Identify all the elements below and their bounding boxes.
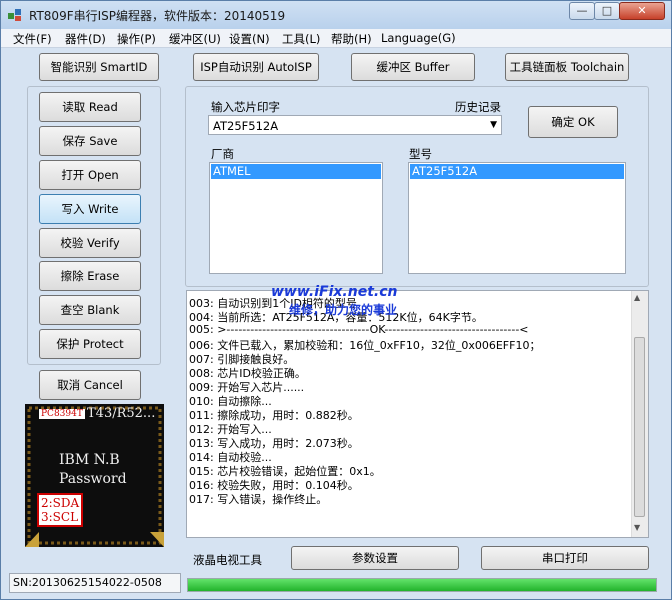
cancel-button[interactable]: 取消 Cancel (39, 370, 141, 400)
chip-tag: PC8394T (39, 409, 85, 419)
watermark-url: www.iFix.net.cn (271, 284, 398, 300)
progress-bar (187, 578, 657, 592)
param-settings-button[interactable]: 参数设置 (291, 546, 459, 570)
menu-buffer[interactable]: 缓冲区(U) (169, 31, 221, 47)
scroll-up-icon[interactable]: ▲ (634, 293, 640, 302)
window-title: RT809F串行ISP编程器，软件版本：20140519 (29, 9, 286, 23)
chip-line2: IBM N.B (59, 452, 120, 468)
history-label: 历史记录 (455, 100, 501, 114)
menu-language[interactable]: Language(G) (381, 31, 456, 45)
minimize-button[interactable]: — (569, 2, 595, 20)
vendor-label: 厂商 (211, 147, 234, 161)
log-line: 017: 写入错误，操作终止。 (189, 493, 328, 506)
chip-line3: Password (59, 471, 127, 487)
chip-input-label: 输入芯片印字 (211, 100, 280, 114)
save-button[interactable]: 保存 Save (39, 126, 141, 156)
maximize-button[interactable]: □ (594, 2, 620, 20)
log-scrollbar[interactable]: ▲ ▼ (631, 291, 648, 537)
progress-fill (188, 579, 656, 591)
title-bar: RT809F串行ISP编程器，软件版本：20140519 — □ ✕ (1, 1, 671, 29)
chip-line1: T43/R52... (87, 406, 156, 421)
open-button[interactable]: 打开 Open (39, 160, 141, 190)
menu-device[interactable]: 器件(D) (65, 31, 106, 47)
buffer-button[interactable]: 缓冲区 Buffer (351, 53, 475, 81)
log-output[interactable]: 003: 自动识别到1个ID相符的型号 004: 当前所选：AT25F512A，… (186, 290, 649, 538)
smartid-button[interactable]: 智能识别 SmartID (39, 53, 159, 81)
watermark-slogan: 维修，助力您的事业 (289, 303, 398, 317)
serial-number: SN:20130625154022-0508 (9, 573, 181, 593)
log-line: 005: >----------------------------------… (189, 323, 529, 336)
vendor-list[interactable]: ATMEL (209, 162, 383, 274)
model-list-item[interactable]: AT25F512A (410, 164, 624, 179)
chip-pin-scl: 3:SCL (41, 510, 79, 524)
app-icon (8, 9, 21, 21)
erase-button[interactable]: 擦除 Erase (39, 261, 141, 291)
main-window: RT809F串行ISP编程器，软件版本：20140519 — □ ✕ 文件(F)… (0, 0, 672, 600)
chip-photo: PC8394T T43/R52... IBM N.B Password 2:SD… (25, 404, 164, 547)
toolchain-button[interactable]: 工具链面板 Toolchain (505, 53, 629, 81)
menu-bar: 文件(F) 器件(D) 操作(P) 缓冲区(U) 设置(N) 工具(L) 帮助(… (1, 29, 671, 48)
chip-pin-sda: 2:SDA (41, 496, 80, 510)
scroll-thumb[interactable] (634, 337, 645, 517)
scroll-down-icon[interactable]: ▼ (634, 523, 640, 532)
chip-input-value: AT25F512A (213, 119, 279, 133)
dropdown-arrow-icon[interactable]: ▼ (490, 120, 497, 130)
ok-button[interactable]: 确定 OK (528, 106, 618, 138)
model-list[interactable]: AT25F512A (408, 162, 626, 274)
chip-input-combo[interactable]: AT25F512A ▼ (208, 115, 502, 135)
model-label: 型号 (409, 147, 432, 161)
menu-tools[interactable]: 工具(L) (282, 31, 320, 47)
verify-button[interactable]: 校验 Verify (39, 228, 141, 258)
read-button[interactable]: 读取 Read (39, 92, 141, 122)
lcd-tool-label[interactable]: 液晶电视工具 (193, 552, 262, 568)
menu-help[interactable]: 帮助(H) (331, 31, 372, 47)
blank-button[interactable]: 查空 Blank (39, 295, 141, 325)
vendor-list-item[interactable]: ATMEL (211, 164, 381, 179)
menu-operation[interactable]: 操作(P) (117, 31, 156, 47)
close-button[interactable]: ✕ (619, 2, 665, 20)
write-button[interactable]: 写入 Write (39, 194, 141, 224)
protect-button[interactable]: 保护 Protect (39, 329, 141, 359)
autoisp-button[interactable]: ISP自动识别 AutoISP (193, 53, 319, 81)
menu-settings[interactable]: 设置(N) (229, 31, 270, 47)
serial-print-button[interactable]: 串口打印 (481, 546, 649, 570)
menu-file[interactable]: 文件(F) (13, 31, 52, 47)
